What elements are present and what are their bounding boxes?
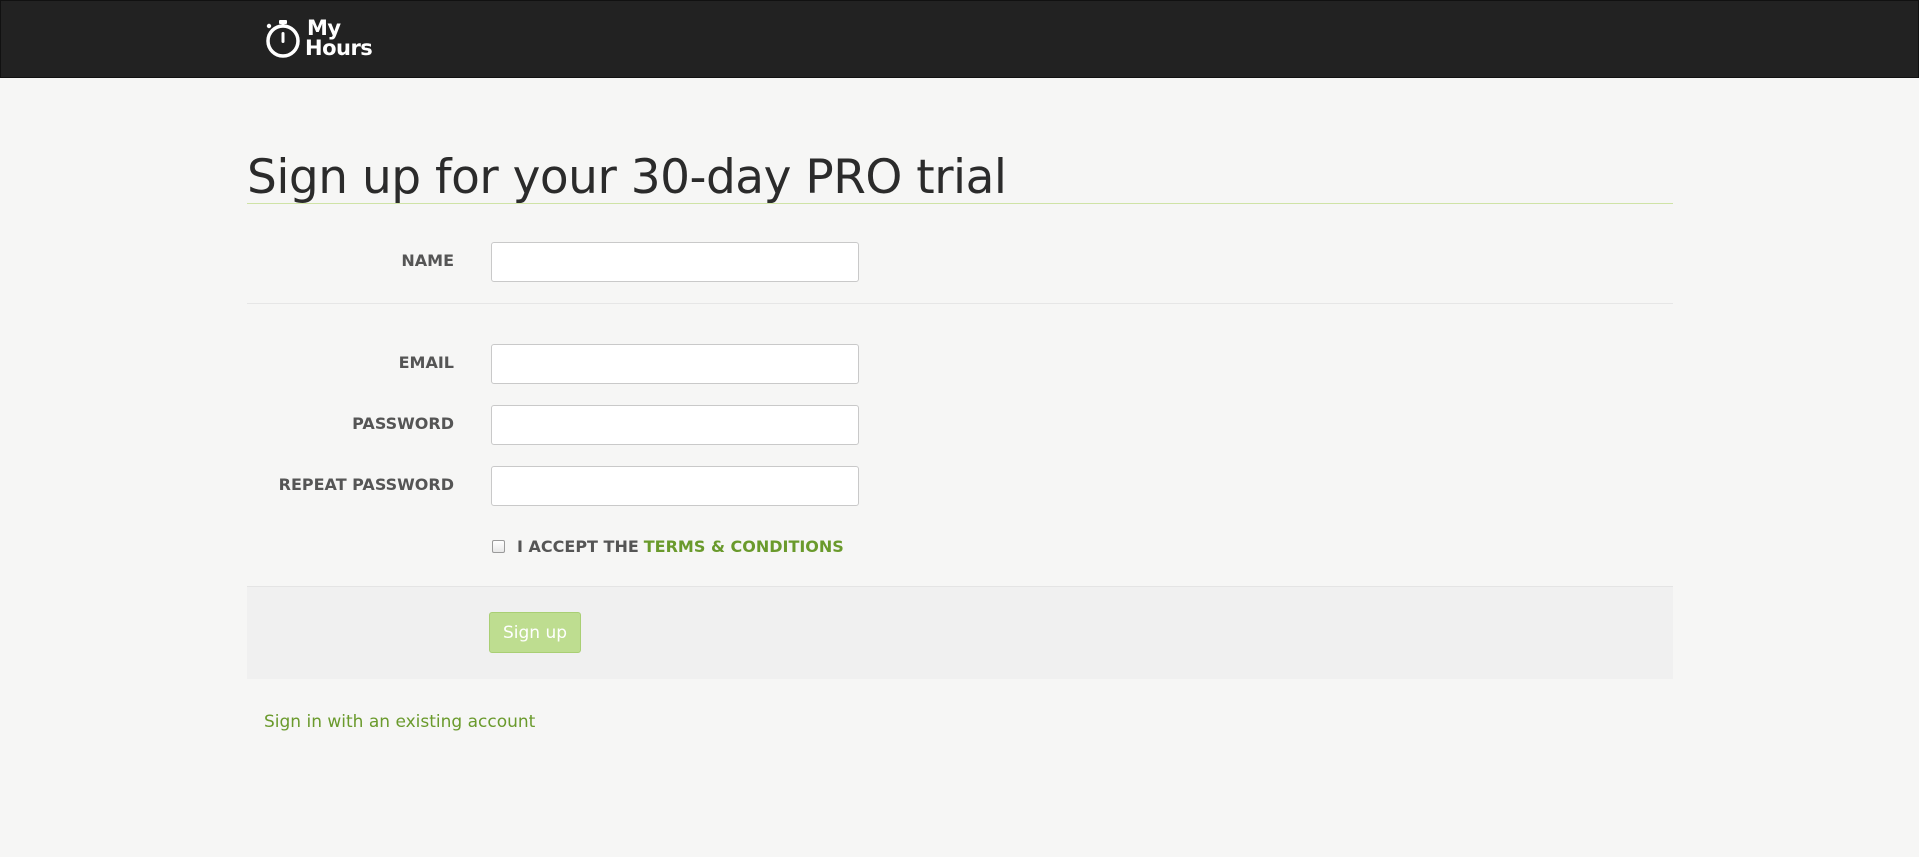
password-label: PASSWORD: [352, 414, 454, 433]
myhours-logo[interactable]: My Hours: [263, 14, 373, 62]
title-underline: [247, 203, 1673, 204]
top-navbar: My Hours: [0, 0, 1919, 78]
repeat-password-label: REPEAT PASSWORD: [278, 475, 454, 494]
section-divider: [247, 303, 1673, 304]
terms-checkbox[interactable]: [492, 540, 505, 553]
logo-line-hours: Hours: [305, 36, 373, 60]
name-input[interactable]: [491, 242, 859, 282]
terms-and-conditions-link[interactable]: TERMS & CONDITIONS: [644, 537, 844, 556]
form-actions: Sign up: [247, 586, 1673, 679]
name-label: NAME: [401, 251, 454, 270]
logo-line-my: My: [307, 16, 341, 40]
stopwatch-icon: [266, 20, 300, 58]
email-label: EMAIL: [398, 353, 454, 372]
page-title: Sign up for your 30-day PRO trial: [247, 150, 1007, 205]
password-input[interactable]: [491, 405, 859, 445]
repeat-password-input[interactable]: [491, 466, 859, 506]
logo-wordmark: My Hours: [305, 16, 373, 60]
email-input[interactable]: [491, 344, 859, 384]
sign-up-button[interactable]: Sign up: [489, 612, 581, 653]
terms-row: I ACCEPT THE TERMS & CONDITIONS: [491, 537, 844, 556]
sign-in-existing-account-link[interactable]: Sign in with an existing account: [264, 712, 535, 732]
terms-prefix-text: I ACCEPT THE: [517, 537, 639, 556]
